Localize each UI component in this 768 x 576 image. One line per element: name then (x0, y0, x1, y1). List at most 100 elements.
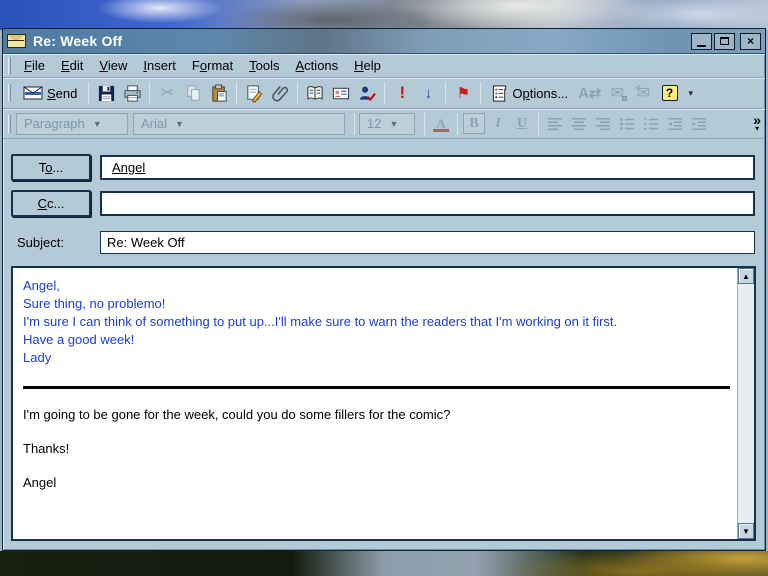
flag-follow-up-button[interactable]: ⚑ (450, 81, 476, 106)
maximize-button[interactable] (714, 32, 735, 50)
check-names-button[interactable] (354, 81, 380, 106)
send-label: Send (47, 85, 78, 101)
reply-line: I'm sure I can think of something to put… (23, 314, 618, 329)
menu-item-file[interactable]: File (16, 55, 53, 76)
cut-button[interactable]: ✂ (154, 81, 180, 106)
importance-low-icon: ↓ (424, 84, 433, 102)
copy-button[interactable] (180, 81, 206, 106)
menu-item-insert[interactable]: Insert (135, 55, 184, 76)
scroll-down-button[interactable]: ▼ (738, 523, 754, 539)
title-bar[interactable]: Re: Week Off × (3, 29, 765, 54)
toolbar-separator (384, 82, 386, 104)
arrow-down-icon: ▼ (742, 526, 750, 536)
vertical-scrollbar[interactable]: ▲ ▼ (737, 268, 754, 539)
print-button[interactable] (119, 81, 145, 106)
paste-icon (212, 83, 227, 102)
message-body[interactable]: Angel, Sure thing, no problemo! I'm sure I… (11, 266, 756, 541)
italic-button[interactable]: I (486, 112, 510, 135)
paste-button[interactable] (206, 81, 232, 106)
chevron-down-icon: ▾ (755, 123, 760, 133)
signature-button[interactable] (241, 81, 267, 106)
to-button[interactable]: To... (11, 154, 91, 181)
align-right-icon (596, 117, 610, 130)
original-line (23, 457, 731, 474)
original-line (23, 423, 731, 440)
toolbar-overflow-button[interactable]: » ▾ (753, 113, 761, 133)
cc-button[interactable]: Cc... (11, 190, 91, 217)
toolbar-drag-handle[interactable] (8, 56, 11, 75)
original-line: I'm going to be gone for the week, could… (23, 407, 451, 422)
encrypt-button[interactable]: ✉ (605, 81, 631, 106)
toolbar-options-arrow[interactable]: ▾ (689, 88, 696, 99)
save-button[interactable] (93, 81, 119, 106)
font-size-dropdown[interactable]: 12 ▼ (359, 112, 415, 135)
increase-indent-button[interactable] (687, 112, 711, 135)
font-size-value: 12 (367, 116, 382, 131)
minimize-icon (697, 44, 706, 47)
attach-file-button[interactable] (267, 81, 293, 106)
flag-icon: ⚑ (456, 85, 471, 102)
check-names-icon (360, 86, 377, 101)
importance-high-button[interactable]: ! (389, 81, 415, 106)
toolbar-separator (236, 82, 238, 104)
cc-field[interactable] (100, 191, 755, 216)
numbering-button[interactable] (639, 112, 663, 135)
help-button[interactable]: ? (657, 81, 683, 106)
menu-item-actions[interactable]: Actions (288, 55, 347, 76)
toolbar-separator (149, 82, 151, 104)
address-book-button[interactable] (302, 81, 328, 106)
increase-indent-icon (692, 117, 706, 130)
paragraph-style-value: Paragraph (24, 116, 85, 131)
decrease-indent-icon (668, 117, 682, 130)
align-left-button[interactable] (543, 112, 567, 135)
message-format-button[interactable]: A⇄ (575, 81, 604, 106)
italic-icon: I (495, 115, 501, 131)
align-right-button[interactable] (591, 112, 615, 135)
standard-toolbar: Send ✂ ! ↓ ⚑ Options... A⇄ ✉ ✉ ? ▾ (3, 78, 765, 109)
cc-button-label: Cc... (37, 196, 65, 211)
font-name-value: Arial (141, 116, 168, 131)
menu-item-format[interactable]: Format (184, 55, 241, 76)
digitally-sign-button[interactable]: ✉ (631, 81, 657, 106)
minimize-button[interactable] (691, 32, 712, 50)
toolbar-separator (445, 82, 447, 104)
reply-text-block: Angel, Sure thing, no problemo! I'm sure I… (23, 277, 731, 367)
business-card-button[interactable] (328, 81, 354, 106)
subject-field[interactable] (100, 231, 755, 254)
toolbar-separator (297, 82, 299, 104)
send-button[interactable]: Send (16, 81, 84, 106)
decrease-indent-button[interactable] (663, 112, 687, 135)
align-center-button[interactable] (567, 112, 591, 135)
scroll-up-button[interactable]: ▲ (738, 268, 754, 284)
underline-button[interactable]: U (510, 112, 534, 135)
menu-item-edit[interactable]: Edit (53, 55, 91, 76)
to-field[interactable] (100, 155, 755, 180)
underline-icon: U (516, 115, 528, 131)
toolbar-drag-handle[interactable] (8, 84, 11, 102)
arrow-up-icon: ▲ (742, 271, 750, 281)
desktop-wallpaper-lake (0, 551, 768, 576)
bullets-button[interactable] (615, 112, 639, 135)
numbering-icon (644, 117, 658, 129)
toolbar-separator (538, 112, 539, 135)
message-header: To... Cc... Subject: (3, 139, 765, 264)
options-button[interactable]: Options... (485, 81, 575, 106)
importance-low-button[interactable]: ↓ (415, 81, 441, 106)
print-icon (124, 84, 141, 102)
business-card-icon (333, 87, 350, 99)
align-center-icon (572, 117, 586, 130)
menu-item-help[interactable]: Help (346, 55, 389, 76)
original-text-block: I'm going to be gone for the week, could… (23, 406, 731, 491)
bold-button[interactable]: B (462, 112, 486, 135)
copy-icon (187, 84, 200, 101)
font-name-dropdown[interactable]: Arial ▼ (133, 112, 345, 135)
close-button[interactable]: × (740, 32, 761, 50)
font-color-bar (433, 129, 449, 132)
original-line: Angel (23, 475, 57, 490)
font-color-button[interactable]: A (429, 112, 453, 135)
paragraph-style-dropdown[interactable]: Paragraph ▼ (16, 112, 128, 135)
toolbar-drag-handle[interactable] (8, 114, 11, 133)
menu-item-tools[interactable]: Tools (241, 55, 287, 76)
message-text[interactable]: Angel, Sure thing, no problemo! I'm sure I… (13, 268, 735, 539)
menu-item-view[interactable]: View (91, 55, 135, 76)
